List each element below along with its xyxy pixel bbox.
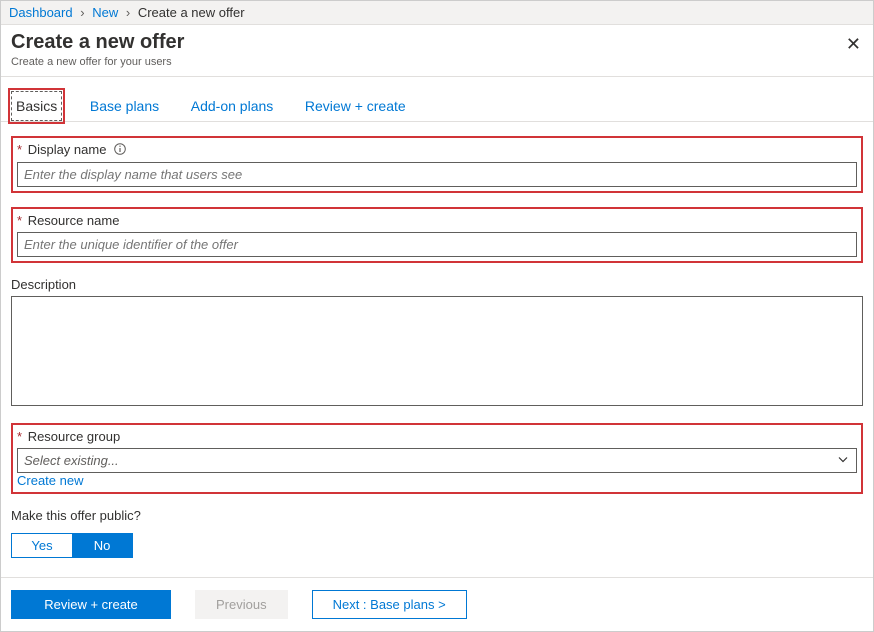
description-label: Description [11,277,863,292]
resource-name-label-row: * Resource name [17,213,857,228]
chevron-right-icon: › [80,5,84,20]
required-icon: * [17,142,22,157]
display-name-group: * Display name [11,136,863,193]
display-name-label-row: * Display name [17,142,857,158]
close-button[interactable]: ✕ [846,35,861,53]
resource-group-placeholder: Select existing... [24,453,119,468]
page-title: Create a new offer [11,31,863,54]
display-name-input[interactable] [17,162,857,187]
tab-base-plans[interactable]: Base plans [86,92,163,120]
next-button[interactable]: Next : Base plans > [312,590,467,619]
chevron-right-icon: › [126,5,130,20]
breadcrumb-dashboard[interactable]: Dashboard [9,5,73,20]
footer-bar: Review + create Previous Next : Base pla… [1,577,873,631]
description-group: Description [11,277,863,409]
resource-name-input[interactable] [17,232,857,257]
resource-group-label: Resource group [28,429,121,444]
resource-name-group: * Resource name [11,207,863,263]
tab-review-create[interactable]: Review + create [301,92,410,120]
previous-button[interactable]: Previous [195,590,288,619]
display-name-label: Display name [28,142,107,157]
public-yes-button[interactable]: Yes [12,534,72,557]
required-icon: * [17,213,22,228]
breadcrumb-new[interactable]: New [92,5,118,20]
page-subtitle: Create a new offer for your users [11,56,863,68]
tab-basics[interactable]: Basics [11,91,62,121]
breadcrumb: Dashboard › New › Create a new offer [1,1,873,25]
close-icon: ✕ [846,34,861,54]
public-group: Make this offer public? Yes No [11,508,863,558]
required-icon: * [17,429,22,444]
tab-addon-plans[interactable]: Add-on plans [187,92,278,120]
info-icon[interactable] [114,143,126,158]
chevron-down-icon [837,453,849,468]
resource-group-group: * Resource group Select existing... Crea… [11,423,863,494]
public-toggle: Yes No [11,533,133,558]
public-label: Make this offer public? [11,508,863,523]
page-header: Create a new offer Create a new offer fo… [1,25,873,77]
description-input[interactable] [11,296,863,406]
public-no-button[interactable]: No [72,534,132,557]
resource-group-select[interactable]: Select existing... [17,448,857,473]
breadcrumb-current: Create a new offer [138,5,245,20]
form-area: * Display name * Resource name Descripti… [1,122,873,568]
review-create-button[interactable]: Review + create [11,590,171,619]
resource-name-label: Resource name [28,213,120,228]
create-new-link[interactable]: Create new [17,473,83,488]
resource-group-label-row: * Resource group [17,429,857,444]
tab-bar: Basics Base plans Add-on plans Review + … [1,77,873,122]
